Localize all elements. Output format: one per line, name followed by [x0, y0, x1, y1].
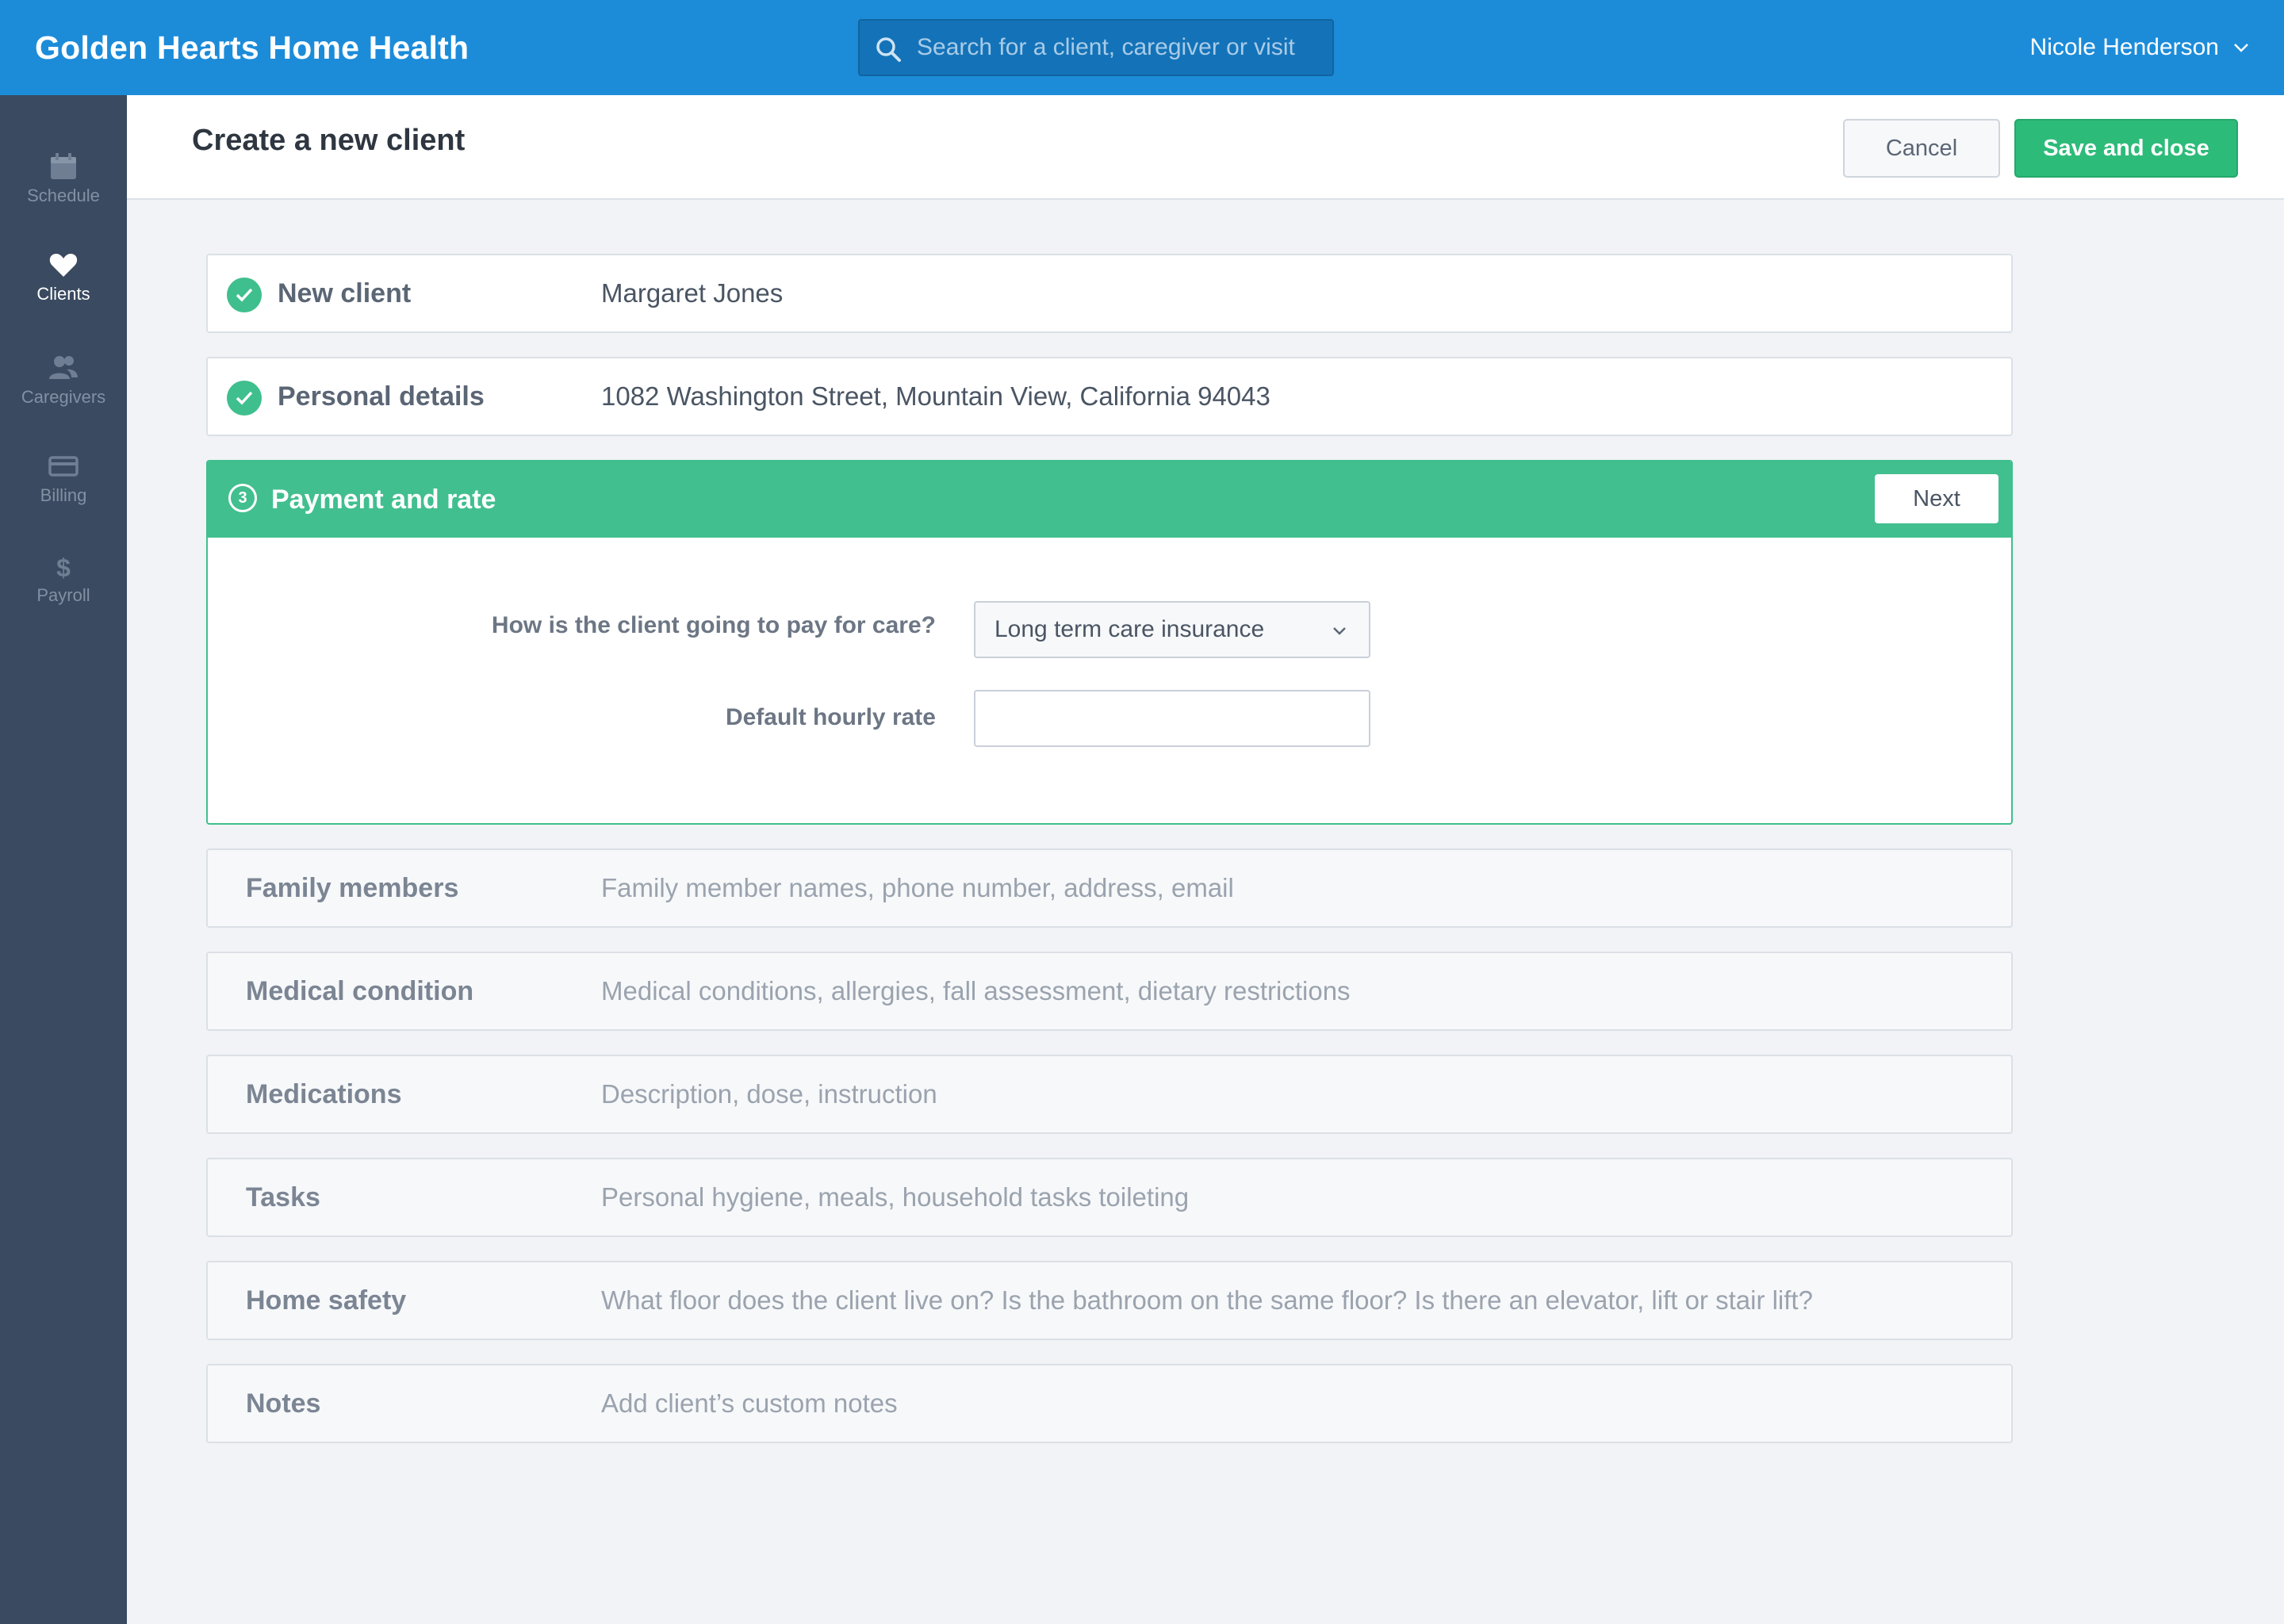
- credit-card-icon: [48, 456, 79, 477]
- sidebar-item-payroll[interactable]: $ Payroll: [0, 552, 127, 639]
- section-title: New client: [278, 278, 412, 308]
- section-hint: Personal hygiene, meals, household tasks…: [601, 1182, 1190, 1212]
- section-title: Medical condition: [246, 976, 474, 1006]
- users-icon: [49, 356, 78, 379]
- payment-method-label: How is the client going to pay for care?: [491, 612, 936, 638]
- section-family-members[interactable]: Family members Family member names, phon…: [206, 848, 2013, 928]
- next-button[interactable]: Next: [1875, 474, 1998, 523]
- section-payment-and-rate: 3 Payment and rate Next How is the clien…: [206, 460, 2013, 825]
- section-title: Medications: [246, 1079, 402, 1109]
- section-hint: Medical conditions, allergies, fall asse…: [601, 976, 1351, 1005]
- sidebar-item-clients[interactable]: Clients: [0, 251, 127, 338]
- search-box[interactable]: [858, 19, 1334, 76]
- section-title: Personal details: [278, 381, 485, 412]
- section-medications[interactable]: Medications Description, dose, instructi…: [206, 1055, 2013, 1134]
- sidebar-item-label: Schedule: [27, 186, 100, 205]
- section-hint: Add client’s custom notes: [601, 1388, 898, 1418]
- sidebar-item-label: Clients: [36, 284, 90, 304]
- hourly-rate-label: Default hourly rate: [725, 704, 936, 730]
- section-value: 1082 Washington Street, Mountain View, C…: [601, 381, 1270, 411]
- top-bar: Golden Hearts Home Health Nicole Henders…: [0, 0, 2284, 95]
- section-title: Home safety: [246, 1285, 407, 1316]
- calendar-icon: [51, 153, 76, 179]
- section-header: 3 Payment and rate Next: [208, 462, 2011, 538]
- section-hint: Description, dose, instruction: [601, 1079, 937, 1109]
- payment-method-select[interactable]: Long term care insurance: [974, 601, 1370, 658]
- section-title: Family members: [246, 873, 459, 903]
- brand-name[interactable]: Golden Hearts Home Health: [35, 0, 469, 95]
- chevron-down-icon: [1333, 627, 1346, 635]
- svg-text:$: $: [56, 553, 71, 580]
- hourly-rate-input[interactable]: [974, 690, 1370, 747]
- user-menu[interactable]: Nicole Henderson: [2030, 0, 2249, 95]
- page-title: Create a new client: [192, 124, 466, 157]
- section-title: Payment and rate: [271, 485, 496, 515]
- section-medical-condition[interactable]: Medical condition Medical conditions, al…: [206, 952, 2013, 1031]
- section-hint: Family member names, phone number, addre…: [601, 873, 1234, 902]
- sidebar-item-caregivers[interactable]: Caregivers: [0, 354, 127, 441]
- section-tasks[interactable]: Tasks Personal hygiene, meals, household…: [206, 1158, 2013, 1237]
- section-home-safety[interactable]: Home safety What floor does the client l…: [206, 1261, 2013, 1340]
- user-name: Nicole Henderson: [2029, 34, 2219, 60]
- payment-method-value: Long term care insurance: [994, 616, 1265, 642]
- sidebar-item-label: Payroll: [36, 585, 90, 605]
- heart-icon: [49, 254, 78, 277]
- sidebar-item-label: Billing: [40, 485, 87, 505]
- sidebar-item-schedule[interactable]: Schedule: [0, 152, 127, 239]
- search-input[interactable]: [917, 21, 1321, 75]
- section-title: Notes: [246, 1388, 321, 1419]
- sidebar: Schedule Clients Caregivers Billing $ Pa…: [0, 95, 127, 1624]
- section-new-client[interactable]: New client Margaret Jones: [206, 254, 2013, 333]
- section-hint: What floor does the client live on? Is t…: [601, 1285, 1813, 1315]
- check-icon: [227, 381, 262, 416]
- page-header: Create a new client Cancel Save and clos…: [127, 95, 2284, 200]
- chevron-down-icon: [2234, 44, 2248, 52]
- save-and-close-button[interactable]: Save and close: [2014, 119, 2238, 178]
- cancel-button[interactable]: Cancel: [1843, 119, 2000, 178]
- check-icon: [227, 278, 262, 312]
- section-title: Tasks: [246, 1182, 320, 1212]
- sidebar-item-label: Caregivers: [21, 387, 106, 407]
- step-number-badge: 3: [228, 484, 257, 512]
- section-notes[interactable]: Notes Add client’s custom notes: [206, 1364, 2013, 1443]
- search-icon: [876, 37, 901, 62]
- sidebar-item-billing[interactable]: Billing: [0, 452, 127, 539]
- section-personal-details[interactable]: Personal details 1082 Washington Street,…: [206, 357, 2013, 436]
- section-value: Margaret Jones: [601, 278, 784, 308]
- dollar-icon: $: [56, 553, 71, 580]
